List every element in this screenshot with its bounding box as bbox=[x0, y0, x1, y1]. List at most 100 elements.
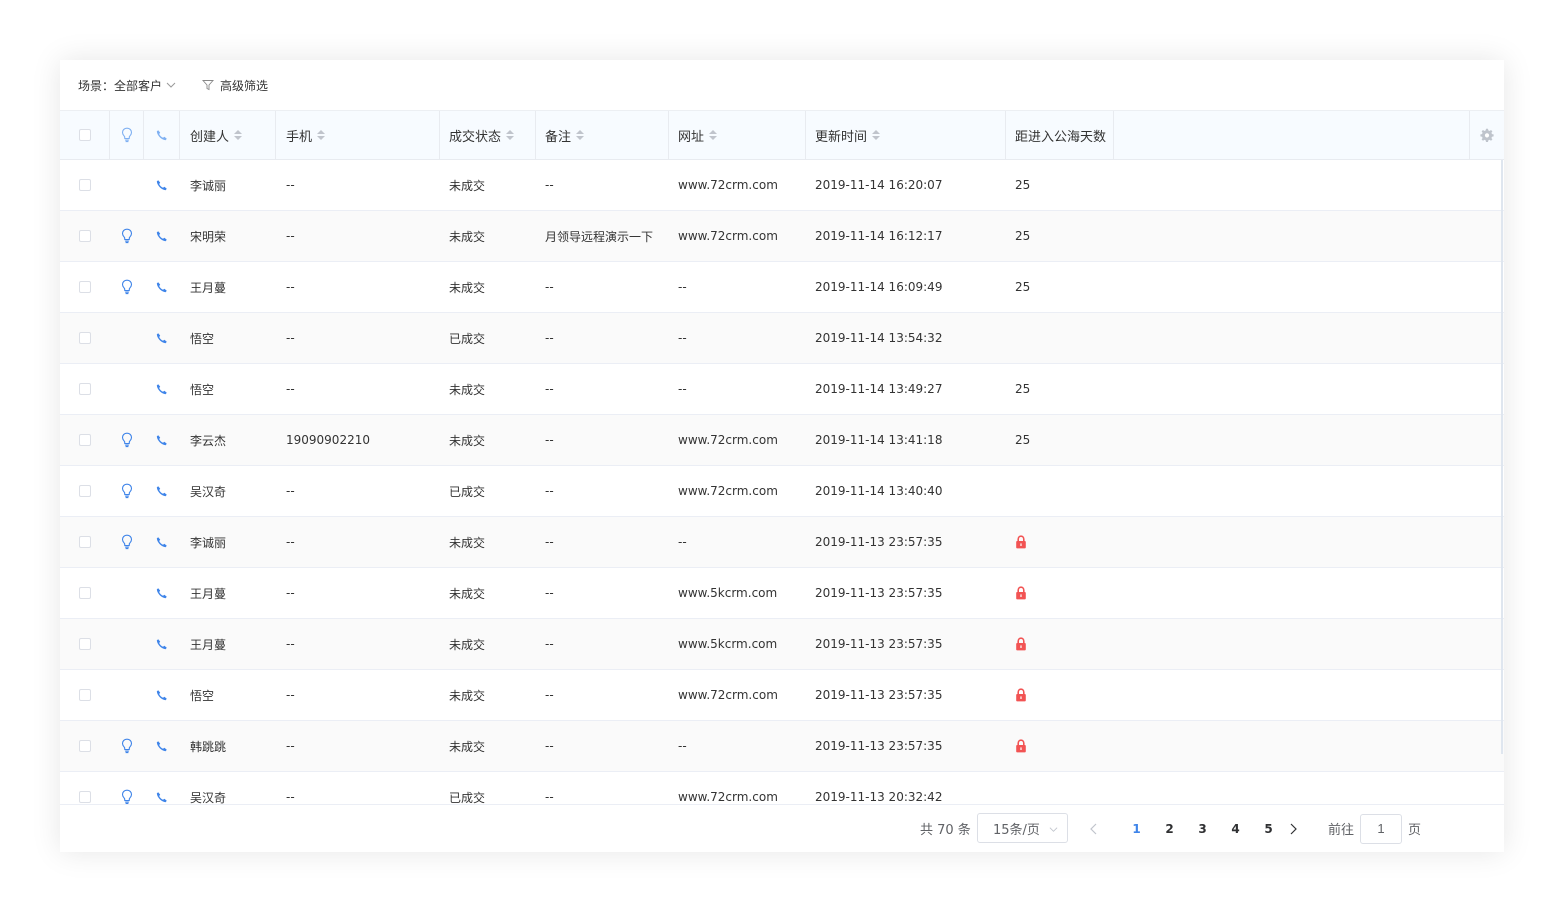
bulb-icon[interactable] bbox=[121, 738, 133, 754]
phone-icon[interactable] bbox=[156, 740, 168, 752]
scene-selector[interactable]: 场景： 全部客户 bbox=[78, 77, 176, 94]
cell-deal-status: 未成交 bbox=[449, 637, 486, 652]
row-select-cell bbox=[60, 211, 110, 261]
table-row[interactable]: 李诚丽 -- 未成交 -- -- 2019-11-13 23:57:35 bbox=[60, 517, 1504, 568]
cell-days-to-pool: 25 bbox=[1006, 364, 1114, 414]
sort-icon[interactable] bbox=[506, 130, 515, 140]
bulb-icon[interactable] bbox=[121, 483, 133, 499]
row-checkbox[interactable] bbox=[79, 689, 91, 701]
table-row[interactable]: 吴汉奇 -- 已成交 -- www.72crm.com 2019-11-14 13:40:… bbox=[60, 466, 1504, 517]
row-checkbox[interactable] bbox=[79, 740, 91, 752]
table-row[interactable]: 宋明荣 -- 未成交 月领导远程演示一下 www.72crm.com 2019-11-14… bbox=[60, 211, 1504, 262]
row-checkbox[interactable] bbox=[79, 332, 91, 344]
phone-icon[interactable] bbox=[156, 434, 168, 446]
row-checkbox[interactable] bbox=[79, 434, 91, 446]
bulb-icon[interactable] bbox=[121, 534, 133, 550]
table-row[interactable]: 王月蔓 -- 未成交 -- www.5kcrm.com 2019-11-13 23:57:… bbox=[60, 568, 1504, 619]
row-phone-cell bbox=[144, 364, 180, 414]
table-row[interactable]: 李诚丽 -- 未成交 -- www.72crm.com 2019-11-14 16:20:… bbox=[60, 160, 1504, 211]
bulb-icon[interactable] bbox=[121, 279, 133, 295]
page-size-select[interactable]: 15条/页 bbox=[977, 813, 1068, 843]
header-mobile[interactable]: 手机 bbox=[276, 111, 440, 159]
cell-mobile: -- bbox=[286, 739, 295, 753]
advanced-filter-button[interactable]: 高级筛选 bbox=[202, 77, 268, 94]
goto-page-input[interactable] bbox=[1360, 813, 1403, 844]
pagination-bar: 共 70 条 15条/页 12345 前往 页 bbox=[60, 804, 1504, 852]
sort-icon[interactable] bbox=[234, 130, 243, 140]
row-checkbox[interactable] bbox=[79, 536, 91, 548]
table-row[interactable]: 韩跳跳 -- 未成交 -- -- 2019-11-13 23:57:35 bbox=[60, 721, 1504, 772]
header-deal-status[interactable]: 成交状态 bbox=[440, 111, 536, 159]
cell-deal-status: 已成交 bbox=[449, 331, 486, 346]
cell-url: -- bbox=[678, 739, 687, 753]
phone-icon[interactable] bbox=[156, 536, 168, 548]
phone-icon[interactable] bbox=[156, 485, 168, 497]
sort-icon[interactable] bbox=[576, 130, 585, 140]
cell-note: -- bbox=[545, 382, 554, 396]
cell-days-to-pool bbox=[1006, 517, 1114, 567]
cell-mobile: -- bbox=[286, 484, 295, 498]
cell-note: -- bbox=[545, 637, 554, 651]
phone-icon[interactable] bbox=[156, 383, 168, 395]
header-creator[interactable]: 创建人 bbox=[180, 111, 276, 159]
table-row[interactable]: 悟空 -- 已成交 -- -- 2019-11-14 13:54:32 bbox=[60, 313, 1504, 364]
cell-updated-time: 2019-11-13 23:57:35 bbox=[815, 586, 943, 600]
row-checkbox[interactable] bbox=[79, 281, 91, 293]
page-number-4[interactable]: 4 bbox=[1219, 822, 1252, 836]
row-checkbox[interactable] bbox=[79, 179, 91, 191]
cell-deal-status: 已成交 bbox=[449, 484, 486, 499]
sort-icon[interactable] bbox=[709, 130, 718, 140]
row-checkbox[interactable] bbox=[79, 383, 91, 395]
phone-icon[interactable] bbox=[156, 791, 168, 803]
header-updated-time[interactable]: 更新时间 bbox=[806, 111, 1006, 159]
header-select-all bbox=[60, 111, 110, 159]
gear-icon[interactable] bbox=[1480, 128, 1494, 142]
page-number-1[interactable]: 1 bbox=[1120, 822, 1153, 836]
phone-icon[interactable] bbox=[156, 587, 168, 599]
bulb-icon[interactable] bbox=[121, 228, 133, 244]
page-numbers: 12345 bbox=[1120, 822, 1285, 836]
cell-note: -- bbox=[545, 280, 554, 294]
phone-icon[interactable] bbox=[156, 638, 168, 650]
table-row[interactable]: 王月蔓 -- 未成交 -- www.5kcrm.com 2019-11-13 23:57:… bbox=[60, 619, 1504, 670]
phone-icon[interactable] bbox=[156, 179, 168, 191]
row-checkbox[interactable] bbox=[79, 485, 91, 497]
select-all-checkbox[interactable] bbox=[78, 129, 91, 141]
row-checkbox[interactable] bbox=[79, 587, 91, 599]
goto-label: 前往 bbox=[1328, 823, 1355, 838]
table-row[interactable]: 王月蔓 -- 未成交 -- -- 2019-11-14 16:09:49 25 bbox=[60, 262, 1504, 313]
header-note[interactable]: 备注 bbox=[536, 111, 669, 159]
prev-page-icon[interactable] bbox=[1089, 823, 1099, 835]
phone-icon[interactable] bbox=[156, 689, 168, 701]
cell-url: www.72crm.com bbox=[678, 790, 778, 804]
sort-icon[interactable] bbox=[317, 130, 326, 140]
phone-icon bbox=[156, 130, 167, 141]
phone-icon[interactable] bbox=[156, 332, 168, 344]
table-row[interactable]: 李云杰 19090902210 未成交 -- www.72crm.com 2019-11-… bbox=[60, 415, 1504, 466]
phone-icon[interactable] bbox=[156, 281, 168, 293]
header-days-to-pool: 距进入公海天数 bbox=[1006, 111, 1114, 159]
page-number-5[interactable]: 5 bbox=[1252, 822, 1285, 836]
table-row[interactable]: 悟空 -- 未成交 -- www.72crm.com 2019-11-13 23:57:3… bbox=[60, 670, 1504, 721]
row-checkbox[interactable] bbox=[79, 791, 91, 803]
page-number-2[interactable]: 2 bbox=[1153, 822, 1186, 836]
row-select-cell bbox=[60, 262, 110, 312]
page-number-3[interactable]: 3 bbox=[1186, 822, 1219, 836]
phone-icon[interactable] bbox=[156, 230, 168, 242]
table-row[interactable]: 悟空 -- 未成交 -- -- 2019-11-14 13:49:27 25 bbox=[60, 364, 1504, 415]
cell-note: 月领导远程演示一下 bbox=[545, 229, 654, 244]
cell-creator: 悟空 bbox=[190, 382, 215, 397]
bulb-icon[interactable] bbox=[121, 789, 133, 804]
vertical-scrollbar[interactable] bbox=[1501, 160, 1503, 754]
table-header: 创建人 手机 成交状态 备注 网址 更新时间 距进入公海天数 bbox=[60, 110, 1504, 160]
bulb-icon[interactable] bbox=[121, 432, 133, 448]
next-page-icon[interactable] bbox=[1288, 823, 1298, 835]
row-phone-cell bbox=[144, 466, 180, 516]
header-url[interactable]: 网址 bbox=[669, 111, 806, 159]
table-row[interactable]: 吴汉奇 -- 已成交 -- www.72crm.com 2019-11-13 20:32:… bbox=[60, 772, 1504, 804]
sort-icon[interactable] bbox=[872, 130, 881, 140]
cell-note: -- bbox=[545, 586, 554, 600]
cell-updated-time: 2019-11-14 16:20:07 bbox=[815, 178, 943, 192]
row-checkbox[interactable] bbox=[79, 230, 91, 242]
row-checkbox[interactable] bbox=[79, 638, 91, 650]
